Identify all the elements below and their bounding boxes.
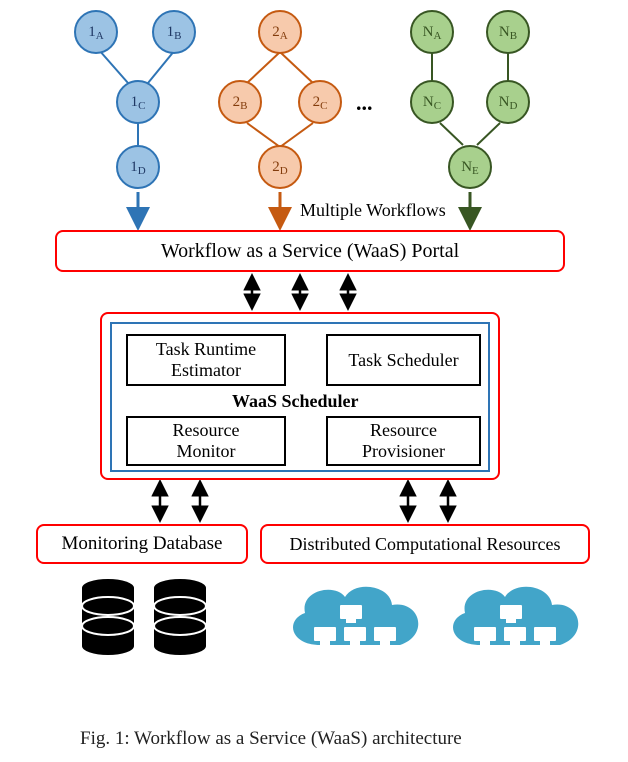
resource-provisioner-box: Resource Provisioner (326, 416, 481, 466)
database-icon (152, 578, 208, 658)
workflow-ellipsis: ... (356, 90, 373, 116)
resource-monitor-box: Resource Monitor (126, 416, 286, 466)
wfn-node-e-sub: E (472, 165, 479, 177)
wf2-node-d-sub: D (280, 165, 288, 177)
wfn-node-d-num: N (499, 94, 510, 111)
wfn-node-d-sub: D (509, 100, 517, 112)
wf2-node-c-sub: C (320, 100, 327, 112)
wfn-node-b-sub: B (510, 30, 517, 42)
wf1-node-b-num: 1 (167, 24, 175, 41)
wf2-node-c-num: 2 (313, 94, 321, 111)
wf2-node-b: 2B (218, 80, 262, 124)
figure-caption: Fig. 1: Workflow as a Service (WaaS) arc… (80, 728, 462, 750)
dcr-label: Distributed Computational Resources (290, 534, 561, 555)
wf2-node-d-num: 2 (272, 159, 280, 176)
wf1-node-d-num: 1 (130, 159, 138, 176)
wf2-node-b-sub: B (240, 100, 247, 112)
wfn-node-e: NE (448, 145, 492, 189)
wf2-node-b-num: 2 (233, 94, 241, 111)
wf1-node-d: 1D (116, 145, 160, 189)
wf2-node-d: 2D (258, 145, 302, 189)
wf1-node-d-sub: D (138, 165, 146, 177)
wfn-node-b-num: N (499, 24, 510, 41)
waas-architecture-diagram: 1A 1B 1C 1D 2A 2B 2C 2D ... NA NB NC ND … (0, 0, 628, 762)
task-scheduler-box: Task Scheduler (326, 334, 481, 386)
wf1-node-c-num: 1 (131, 94, 139, 111)
wf2-node-a-num: 2 (272, 24, 280, 41)
wfn-node-a-num: N (423, 24, 434, 41)
wfn-node-c-num: N (423, 94, 434, 111)
cloud-compute-icon (280, 575, 430, 670)
task-runtime-estimator-box: Task Runtime Estimator (126, 334, 286, 386)
waas-portal-label: Workflow as a Service (WaaS) Portal (161, 240, 459, 263)
wfn-node-a-sub: A (433, 30, 441, 42)
monitoring-database-label: Monitoring Database (62, 533, 223, 555)
wf1-node-c: 1C (116, 80, 160, 124)
multiple-workflows-label: Multiple Workflows (300, 200, 446, 221)
wf2-node-a: 2A (258, 10, 302, 54)
wf2-node-a-sub: A (280, 30, 288, 42)
wfn-node-e-num: N (461, 159, 472, 176)
database-icon (80, 578, 136, 658)
waas-portal-box: Workflow as a Service (WaaS) Portal (55, 230, 565, 272)
wf1-node-a-num: 1 (88, 24, 96, 41)
wf1-node-a: 1A (74, 10, 118, 54)
wfn-node-a: NA (410, 10, 454, 54)
wf1-node-a-sub: A (96, 30, 104, 42)
wfn-node-d: ND (486, 80, 530, 124)
wf1-node-c-sub: C (138, 100, 145, 112)
waas-scheduler-box: Task Runtime Estimator Task Scheduler Wa… (100, 312, 500, 480)
wfn-node-b: NB (486, 10, 530, 54)
wfn-node-c-sub: C (434, 100, 441, 112)
dcr-box: Distributed Computational Resources (260, 524, 590, 564)
wf1-node-b: 1B (152, 10, 196, 54)
wfn-node-c: NC (410, 80, 454, 124)
scheduler-inner-box: Task Runtime Estimator Task Scheduler Wa… (110, 322, 490, 472)
wf2-node-c: 2C (298, 80, 342, 124)
monitoring-database-box: Monitoring Database (36, 524, 248, 564)
waas-scheduler-title: WaaS Scheduler (232, 391, 359, 412)
wf1-node-b-sub: B (174, 30, 181, 42)
cloud-compute-icon (440, 575, 590, 670)
